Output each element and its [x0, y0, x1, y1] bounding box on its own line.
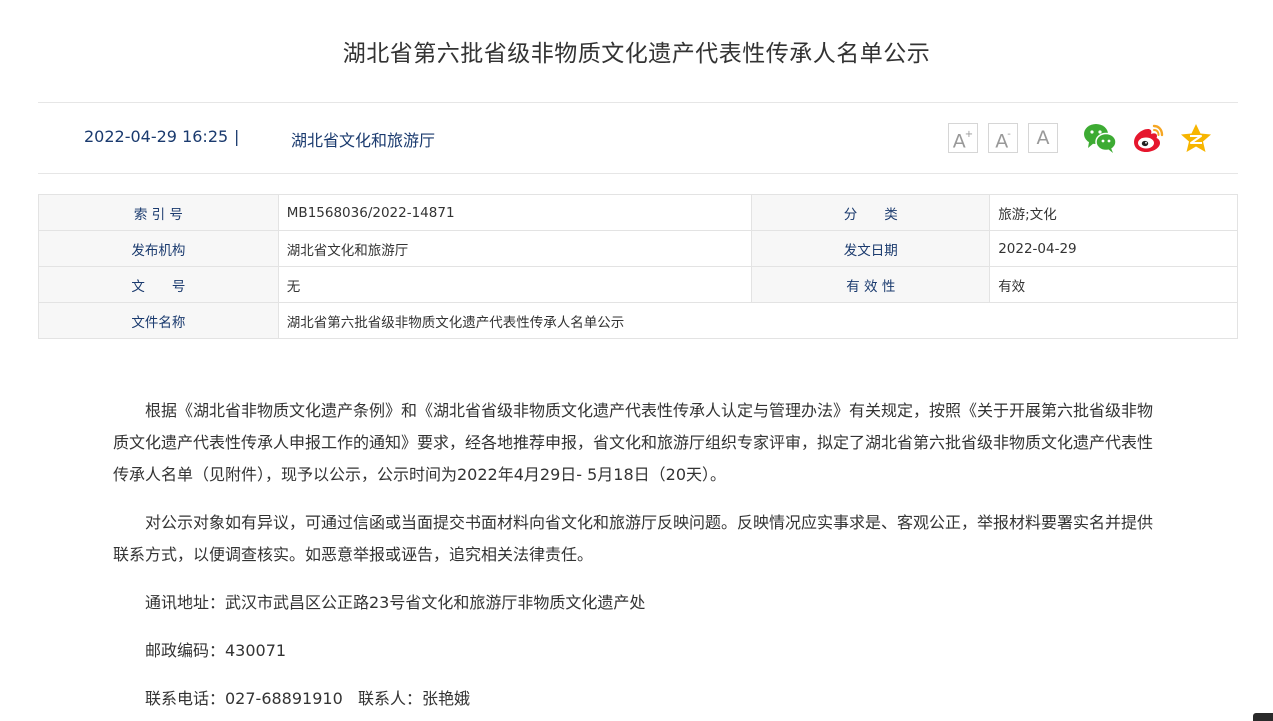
contact-phone: 联系电话：027-68891910 联系人：张艳娥 [145, 689, 471, 708]
doc-number-label: 文 号 [38, 266, 279, 303]
publisher-value: 湖北省文化和旅游厅 [277, 230, 753, 267]
share-weibo-button[interactable] [1131, 122, 1165, 154]
publish-source: 湖北省文化和旅游厅 [291, 131, 436, 150]
wechat-icon [1084, 124, 1117, 153]
table-row: 文件名称 湖北省第六批省级非物质文化遗产代表性传承人名单公示 [38, 302, 1239, 339]
category-value: 旅游;文化 [989, 194, 1238, 231]
divider-top [38, 102, 1238, 103]
contact-postcode: 邮政编码：430071 [145, 641, 287, 660]
font-default-label: A [1036, 127, 1050, 149]
qzone-icon [1181, 124, 1211, 152]
contact-address: 通讯地址：武汉市武昌区公正路23号省文化和旅游厅非物质文化遗产处 [145, 593, 646, 612]
back-to-top-button[interactable] [1253, 713, 1273, 721]
issue-date-label: 发文日期 [751, 230, 991, 267]
font-default-button[interactable]: A [1028, 123, 1058, 153]
article-body: 根据《湖北省非物质文化遗产条例》和《湖北省省级非物质文化遗产代表性传承人认定与管… [113, 395, 1163, 715]
table-row: 文 号 无 有 效 性 有效 [38, 266, 1238, 303]
category-label: 分 类 [751, 194, 991, 231]
page-title: 湖北省第六批省级非物质文化遗产代表性传承人名单公示 [342, 41, 931, 67]
index-label: 索 引 号 [38, 194, 279, 231]
validity-value: 有效 [989, 266, 1238, 303]
table-row: 索 引 号 MB1568036/2022-14871 分 类 旅游;文化 [38, 194, 1238, 231]
validity-label: 有 效 性 [751, 266, 991, 303]
filename-label: 文件名称 [38, 302, 279, 339]
article-page: 湖北省第六批省级非物质文化遗产代表性传承人名单公示 2022-04-29 16:… [0, 0, 1273, 721]
font-increase-sup: + [964, 129, 974, 140]
publish-datetime: 2022-04-29 16:25 [84, 127, 229, 146]
meta-separator: | [234, 127, 240, 146]
body-paragraph: 对公示对象如有异议，可通过信函或当面提交书面材料向省文化和旅游厅反映问题。反映情… [113, 513, 1154, 564]
document-info-table: 索 引 号 MB1568036/2022-14871 分 类 旅游;文化 发布机… [38, 194, 1239, 339]
index-value: MB1568036/2022-14871 [277, 194, 753, 231]
share-wechat-button[interactable] [1083, 122, 1117, 154]
font-decrease-button[interactable]: A- [988, 123, 1018, 153]
table-row: 发布机构 湖北省文化和旅游厅 发文日期 2022-04-29 [38, 230, 1238, 267]
weibo-icon [1134, 124, 1164, 152]
font-increase-button[interactable]: A+ [948, 123, 978, 153]
font-decrease-sup: - [1007, 129, 1011, 140]
doc-number-value: 无 [277, 266, 753, 303]
font-increase-label: A [952, 130, 966, 153]
body-paragraph: 根据《湖北省非物质文化遗产条例》和《湖北省省级非物质文化遗产代表性传承人认定与管… [113, 401, 1154, 484]
publisher-label: 发布机构 [38, 230, 279, 267]
divider-bottom [38, 173, 1238, 174]
share-qzone-button[interactable] [1179, 122, 1213, 154]
filename-value: 湖北省第六批省级非物质文化遗产代表性传承人名单公示 [277, 302, 1239, 339]
issue-date-value: 2022-04-29 [989, 230, 1238, 267]
